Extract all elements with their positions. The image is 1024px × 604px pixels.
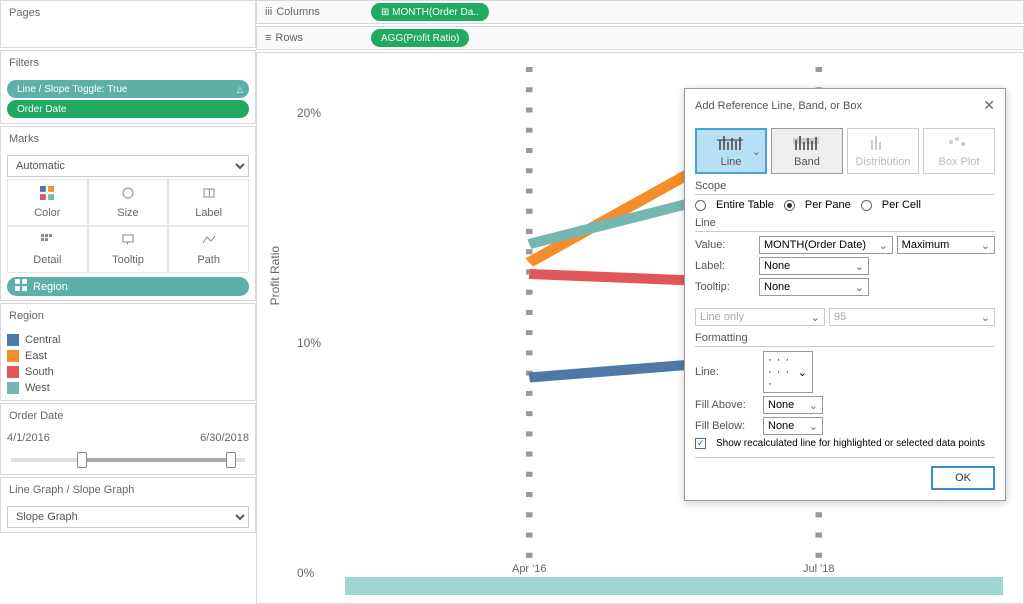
x-tick: Apr '16	[512, 563, 547, 575]
date-slider[interactable]	[11, 458, 245, 462]
line-style-select[interactable]: · · · · · · ·⌄	[763, 351, 813, 393]
radio-per-pane[interactable]	[784, 200, 795, 211]
pages-panel: Pages	[0, 0, 256, 48]
line-type-icon	[717, 134, 745, 153]
marks-size-button[interactable]: Size	[88, 179, 169, 226]
legend-swatch	[7, 350, 19, 362]
legend-swatch	[7, 366, 19, 378]
boxplot-type-icon	[945, 134, 973, 153]
tooltip-select[interactable]: None	[759, 278, 869, 296]
y-axis-label: Profit Ratio	[268, 246, 282, 305]
date-start: 4/1/2016	[7, 432, 50, 444]
rows-shelf[interactable]: ≡ Rows AGG(Profit Ratio)	[256, 26, 1024, 50]
legend-item[interactable]: East	[7, 348, 249, 364]
svg-text:T: T	[206, 187, 213, 199]
legend-swatch	[7, 382, 19, 394]
radio-per-cell[interactable]	[861, 200, 872, 211]
legend-header: Region	[1, 304, 255, 328]
reference-line-dialog: Add Reference Line, Band, or Box ✕ Line …	[684, 88, 1006, 501]
color-icon	[40, 186, 54, 203]
marks-region-pill[interactable]: Region	[7, 277, 249, 296]
x-tick: Jul '18	[803, 563, 834, 575]
fill-above-select[interactable]: None	[763, 396, 823, 414]
tab-band[interactable]: Band	[771, 128, 843, 174]
rows-pill[interactable]: AGG(Profit Ratio)	[371, 29, 469, 47]
orderdate-header: Order Date	[1, 404, 255, 428]
toggle-select[interactable]: Slope Graph	[7, 506, 249, 528]
marks-card: Marks Automatic Color Size T Label	[0, 126, 256, 301]
rows-icon: ≡	[265, 32, 271, 44]
color-icon	[15, 279, 27, 294]
aggregation-select[interactable]: Maximum	[897, 236, 995, 254]
size-icon	[121, 186, 135, 203]
tab-boxplot[interactable]: Box Plot	[923, 128, 995, 174]
date-end: 6/30/2018	[200, 432, 249, 444]
y-tick: 0%	[297, 566, 314, 580]
tooltip-icon	[121, 233, 135, 250]
pages-header: Pages	[1, 1, 255, 25]
ok-button[interactable]: OK	[931, 466, 995, 490]
tab-line[interactable]: Line	[695, 128, 767, 174]
scope-header: Scope	[695, 180, 995, 195]
value-select[interactable]: MONTH(Order Date)	[759, 236, 893, 254]
marks-path-button[interactable]: Path	[168, 226, 249, 273]
y-tick: 20%	[297, 106, 321, 120]
filter-pill-toggle[interactable]: Line / Slope Toggle: True	[7, 80, 249, 98]
detail-icon	[40, 233, 54, 250]
marks-tooltip-button[interactable]: Tooltip	[88, 226, 169, 273]
legend-item[interactable]: Central	[7, 332, 249, 348]
band-type-icon	[793, 134, 821, 153]
formatting-header: Formatting	[695, 332, 995, 347]
tab-distribution[interactable]: Distribution	[847, 128, 919, 174]
label-icon: T	[202, 186, 216, 203]
marks-color-button[interactable]: Color	[7, 179, 88, 226]
legend-panel: Region CentralEastSouthWest	[0, 303, 256, 401]
x-axis-bar	[345, 577, 1003, 595]
filter-pill-orderdate[interactable]: Order Date	[7, 100, 249, 118]
y-tick: 10%	[297, 336, 321, 350]
columns-icon: iii	[265, 6, 272, 18]
slider-handle-left[interactable]	[77, 452, 87, 468]
confidence-select: 95	[829, 308, 995, 326]
line-only-select: Line only	[695, 308, 825, 326]
filters-panel: Filters Line / Slope Toggle: True Order …	[0, 50, 256, 124]
close-icon[interactable]: ✕	[983, 97, 995, 114]
columns-pill[interactable]: ⊞ MONTH(Order Da..	[371, 3, 489, 21]
recalc-checkbox[interactable]: ✓	[695, 438, 706, 449]
distribution-type-icon	[869, 134, 897, 153]
dialog-title: Add Reference Line, Band, or Box	[695, 100, 862, 112]
label-select[interactable]: None	[759, 257, 869, 275]
line-header: Line	[695, 217, 995, 232]
legend-item[interactable]: West	[7, 380, 249, 396]
fill-below-select[interactable]: None	[763, 417, 823, 435]
slider-handle-right[interactable]	[226, 452, 236, 468]
marks-label-button[interactable]: T Label	[168, 179, 249, 226]
legend-item[interactable]: South	[7, 364, 249, 380]
orderdate-panel: Order Date 4/1/2016 6/30/2018	[0, 403, 256, 475]
marks-header: Marks	[1, 127, 255, 151]
columns-shelf[interactable]: iii Columns ⊞ MONTH(Order Da..	[256, 0, 1024, 24]
toggle-header: Line Graph / Slope Graph	[1, 478, 255, 502]
filters-header: Filters	[1, 51, 255, 75]
legend-swatch	[7, 334, 19, 346]
toggle-panel: Line Graph / Slope Graph Slope Graph	[0, 477, 256, 533]
radio-entire-table[interactable]	[695, 200, 706, 211]
marks-detail-button[interactable]: Detail	[7, 226, 88, 273]
marks-type-select[interactable]: Automatic	[7, 155, 249, 177]
path-icon	[202, 233, 216, 250]
